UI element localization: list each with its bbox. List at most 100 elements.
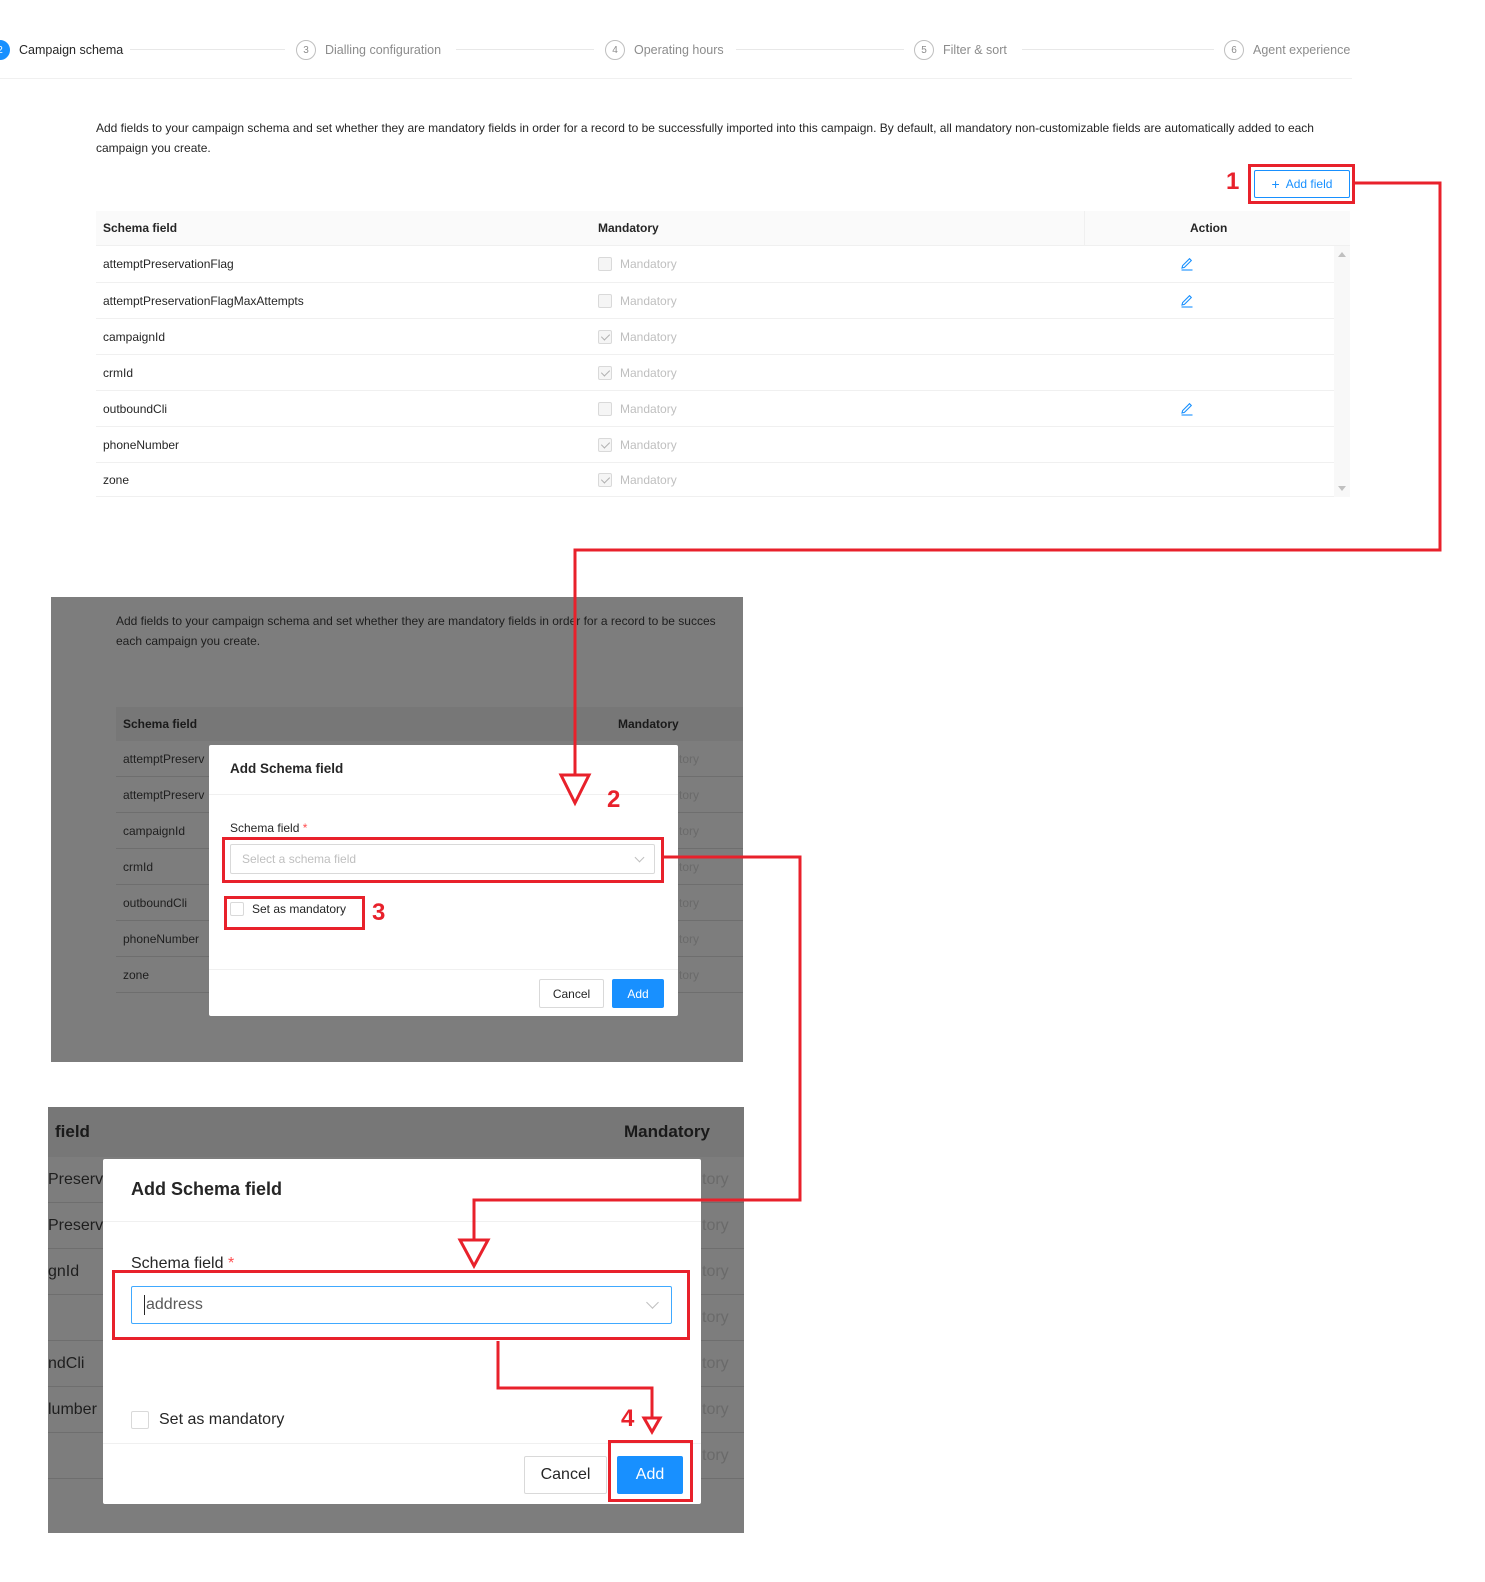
mandatory-cell: Mandatory [598, 463, 677, 496]
step-agent-experience[interactable]: 6 Agent experience [1224, 36, 1350, 64]
annotation-number-1: 1 [1226, 168, 1240, 195]
mandatory-cell: Mandatory [598, 427, 677, 462]
scroll-up-icon[interactable] [1338, 252, 1346, 257]
action-cell [1180, 283, 1194, 318]
mandatory-cell: Mandatory [598, 283, 677, 318]
background-header-mandatory: Mandatory [624, 1122, 710, 1141]
step-connector [456, 49, 594, 50]
mandatory-checkbox [598, 329, 612, 344]
background-row-mandatory: tory [679, 968, 700, 982]
schema-table: Schema field Mandatory Action attemptPre… [96, 211, 1350, 497]
pencil-edit-icon[interactable] [1180, 402, 1194, 416]
schema-field-label: Schema field * [230, 821, 307, 835]
mandatory-checkbox [598, 257, 612, 271]
schema-field-cell: outboundCli [103, 401, 168, 416]
mandatory-checkbox [598, 293, 612, 308]
step-operating-hours[interactable]: 4 Operating hours [605, 36, 724, 64]
schema-field-cell: crmId [103, 365, 133, 380]
annotation-box-add-button [608, 1440, 693, 1502]
annotation-number-4: 4 [621, 1405, 635, 1432]
background-row-field: outboundCli [123, 896, 188, 910]
background-row-mandatory: tory [679, 788, 700, 802]
table-row: campaignId Mandatory [96, 319, 1334, 355]
required-mark: * [302, 821, 308, 835]
table-row: outboundCli Mandatory [96, 391, 1334, 427]
header-divider [1084, 211, 1085, 246]
mandatory-label: Mandatory [620, 472, 677, 487]
background-row-mandatory: tory [702, 1401, 729, 1418]
mandatory-cell: Mandatory [598, 355, 677, 390]
background-row-mandatory: tory [702, 1447, 729, 1464]
step-dialling-configuration[interactable]: 3 Dialling configuration [296, 36, 441, 64]
step-campaign-schema[interactable]: 2 Campaign schema [0, 36, 123, 64]
step-number: 6 [1224, 40, 1244, 60]
background-row-mandatory: tory [702, 1217, 729, 1234]
modal-divider [103, 1221, 701, 1222]
mandatory-cell: Mandatory [598, 391, 677, 426]
mandatory-checkbox [598, 401, 612, 416]
background-row-mandatory: tory [679, 896, 700, 910]
pencil-edit-icon[interactable] [1180, 294, 1194, 308]
background-row-field: Preserv [48, 1171, 104, 1188]
modal-title: Add Schema field [230, 761, 344, 776]
annotation-box-schema-select [222, 837, 664, 883]
mandatory-cell: Mandatory [598, 246, 677, 282]
background-header-schema-field: field [55, 1122, 90, 1141]
step-number: 2 [0, 40, 10, 60]
mandatory-label: Mandatory [620, 329, 677, 344]
set-as-mandatory-label: Set as mandatory [159, 1411, 285, 1428]
step-label: Filter & sort [943, 43, 1007, 57]
pencil-edit-icon[interactable] [1180, 257, 1194, 271]
table-header: Schema field Mandatory Action [96, 211, 1350, 246]
scroll-down-icon[interactable] [1338, 486, 1346, 491]
screenshot-add-schema-modal-empty: Add fields to your campaign schema and s… [51, 597, 743, 1062]
annotation-box-mandatory [224, 896, 365, 930]
mandatory-label: Mandatory [620, 293, 677, 308]
cancel-button[interactable]: Cancel [539, 979, 604, 1008]
modal-title: Add Schema field [131, 1179, 283, 1199]
mandatory-label: Mandatory [620, 437, 677, 452]
step-number: 5 [914, 40, 934, 60]
cancel-button[interactable]: Cancel [524, 1456, 607, 1494]
schema-field-cell: attemptPreservationFlagMaxAttempts [103, 293, 304, 308]
schema-field-cell: phoneNumber [103, 437, 180, 452]
schema-field-label-text: Schema field [230, 821, 300, 835]
background-row-field: phoneNumber [123, 932, 200, 946]
background-description: Add fields to your campaign schema and s… [116, 611, 743, 651]
modal-footer-divider [209, 969, 678, 970]
header-action: Action [1190, 221, 1228, 235]
background-row-mandatory: tory [679, 860, 700, 874]
background-row-field: campaignId [123, 824, 186, 838]
mandatory-label: Mandatory [620, 401, 677, 416]
background-row-field: crmId [123, 860, 153, 874]
schema-field-cell: zone [103, 472, 130, 487]
table-row: crmId Mandatory [96, 355, 1334, 391]
header-mandatory: Mandatory [598, 221, 659, 235]
step-label: Campaign schema [19, 43, 124, 57]
background-row-mandatory: tory [702, 1355, 729, 1372]
mandatory-cell: Mandatory [598, 319, 677, 354]
add-button[interactable]: Add [612, 979, 664, 1008]
table-scrollbar[interactable] [1334, 246, 1350, 497]
action-cell [1180, 391, 1194, 426]
step-number: 4 [605, 40, 625, 60]
background-row-mandatory: tory [702, 1171, 729, 1188]
mandatory-checkbox [598, 472, 612, 487]
background-header-schema-field: Schema field [123, 717, 198, 731]
step-connector [736, 49, 904, 50]
background-description-line: Add fields to your campaign schema and s… [116, 614, 716, 628]
steps-divider [0, 78, 1352, 79]
background-header-mandatory: Mandatory [618, 717, 679, 731]
background-row-field: gnId [48, 1263, 80, 1280]
step-filter-sort[interactable]: 5 Filter & sort [914, 36, 1007, 64]
checkbox-box[interactable] [131, 1411, 149, 1429]
background-row-mandatory: tory [679, 752, 700, 766]
table-row: phoneNumber Mandatory [96, 427, 1334, 463]
set-as-mandatory-checkbox[interactable]: Set as mandatory [131, 1411, 284, 1429]
annotation-box-filled-select [112, 1270, 690, 1340]
mandatory-checkbox [598, 437, 612, 452]
step-label: Agent experience [1253, 43, 1351, 57]
action-cell [1180, 246, 1194, 282]
step-connector [130, 49, 285, 50]
table-row: attemptPreservationFlagMaxAttempts Mandat… [96, 283, 1334, 319]
